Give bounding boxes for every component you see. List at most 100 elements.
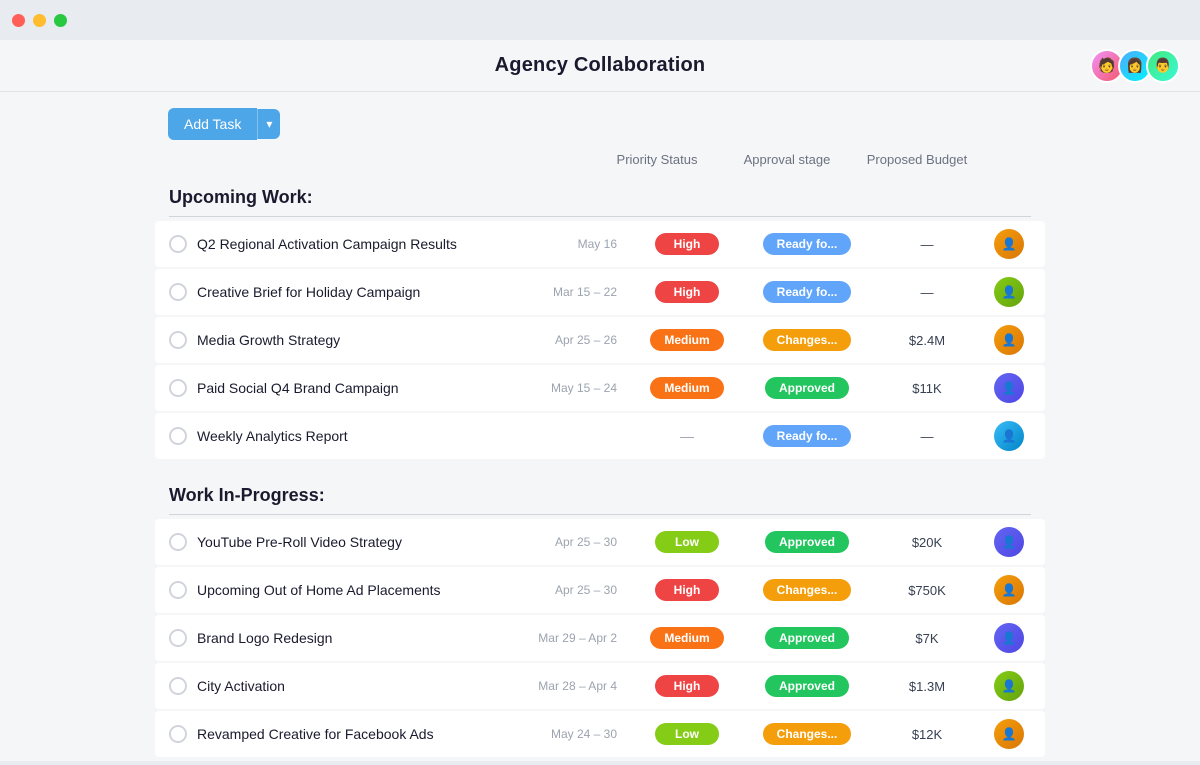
approval-badge[interactable]: Approved	[765, 675, 849, 697]
task-date: Apr 25 – 26	[517, 333, 617, 347]
main-content: Add Task ▾ Priority Status Approval stag…	[0, 92, 1200, 761]
task-approval-cell: Ready fo...	[747, 233, 867, 255]
task-row: YouTube Pre-Roll Video StrategyApr 25 – …	[155, 519, 1045, 565]
task-priority-cell: High	[627, 579, 747, 601]
col-header-approval: Approval stage	[722, 152, 852, 167]
task-approval-cell: Approved	[747, 377, 867, 399]
section-title-in-progress: Work In-Progress:	[155, 473, 1045, 514]
task-checkbox[interactable]	[169, 629, 187, 647]
task-assignee-cell: 👤	[987, 421, 1031, 451]
task-approval-cell: Changes...	[747, 723, 867, 745]
collaborator-avatars: 🧑 👩 👨	[1090, 49, 1180, 83]
task-approval-cell: Approved	[747, 675, 867, 697]
task-assignee-avatar[interactable]: 👤	[994, 671, 1024, 701]
task-assignee-avatar[interactable]: 👤	[994, 229, 1024, 259]
task-sections: Upcoming Work: Q2 Regional Activation Cam…	[0, 175, 1200, 761]
priority-badge[interactable]: High	[655, 579, 719, 601]
priority-badge[interactable]: Medium	[650, 627, 723, 649]
task-priority-cell: High	[627, 233, 747, 255]
priority-badge[interactable]: High	[655, 281, 719, 303]
approval-badge[interactable]: Approved	[765, 531, 849, 553]
task-checkbox[interactable]	[169, 379, 187, 397]
task-date: Mar 28 – Apr 4	[517, 679, 617, 693]
task-approval-cell: Changes...	[747, 329, 867, 351]
task-approval-cell: Ready fo...	[747, 281, 867, 303]
task-date: Mar 29 – Apr 2	[517, 631, 617, 645]
maximize-button[interactable]	[54, 14, 67, 27]
task-budget-cell: $12K	[867, 727, 987, 742]
task-approval-cell: Ready fo...	[747, 425, 867, 447]
task-assignee-avatar[interactable]: 👤	[994, 575, 1024, 605]
section-divider-upcoming	[169, 216, 1031, 217]
task-row: Creative Brief for Holiday CampaignMar 1…	[155, 269, 1045, 315]
task-date: Apr 25 – 30	[517, 535, 617, 549]
task-checkbox[interactable]	[169, 581, 187, 599]
task-assignee-cell: 👤	[987, 719, 1031, 749]
column-headers: Priority Status Approval stage Proposed …	[0, 152, 1200, 175]
approval-badge[interactable]: Ready fo...	[763, 425, 852, 447]
task-row: Weekly Analytics Report—Ready fo...—👤	[155, 413, 1045, 459]
task-row: Paid Social Q4 Brand CampaignMay 15 – 24…	[155, 365, 1045, 411]
task-name: Media Growth Strategy	[197, 332, 517, 348]
task-name: Q2 Regional Activation Campaign Results	[197, 236, 517, 252]
task-name: YouTube Pre-Roll Video Strategy	[197, 534, 517, 550]
priority-badge[interactable]: High	[655, 675, 719, 697]
minimize-button[interactable]	[33, 14, 46, 27]
priority-badge[interactable]: High	[655, 233, 719, 255]
task-date: May 24 – 30	[517, 727, 617, 741]
approval-badge[interactable]: Ready fo...	[763, 281, 852, 303]
task-assignee-cell: 👤	[987, 373, 1031, 403]
task-checkbox[interactable]	[169, 533, 187, 551]
task-date: Mar 15 – 22	[517, 285, 617, 299]
priority-badge[interactable]: Medium	[650, 377, 723, 399]
approval-badge[interactable]: Changes...	[763, 723, 852, 745]
approval-badge[interactable]: Changes...	[763, 329, 852, 351]
task-budget-cell: $750K	[867, 583, 987, 598]
task-checkbox[interactable]	[169, 331, 187, 349]
task-approval-cell: Approved	[747, 531, 867, 553]
titlebar	[0, 0, 1200, 40]
app-header: Agency Collaboration 🧑 👩 👨	[0, 40, 1200, 92]
add-task-button[interactable]: Add Task	[168, 108, 257, 140]
task-checkbox[interactable]	[169, 427, 187, 445]
task-assignee-cell: 👤	[987, 527, 1031, 557]
task-assignee-avatar[interactable]: 👤	[994, 719, 1024, 749]
task-row: Brand Logo RedesignMar 29 – Apr 2 Medium A…	[155, 615, 1045, 661]
task-checkbox[interactable]	[169, 677, 187, 695]
priority-badge[interactable]: Medium	[650, 329, 723, 351]
task-budget-cell: $20K	[867, 535, 987, 550]
task-assignee-avatar[interactable]: 👤	[994, 373, 1024, 403]
col-header-budget: Proposed Budget	[852, 152, 982, 167]
task-checkbox[interactable]	[169, 283, 187, 301]
task-checkbox[interactable]	[169, 235, 187, 253]
task-assignee-avatar[interactable]: 👤	[994, 623, 1024, 653]
task-name: Brand Logo Redesign	[197, 630, 517, 646]
task-row: Revamped Creative for Facebook AdsMay 24…	[155, 711, 1045, 757]
task-approval-cell: Approved	[747, 627, 867, 649]
priority-badge[interactable]: Low	[655, 531, 719, 553]
task-assignee-cell: 👤	[987, 325, 1031, 355]
task-priority-cell: High	[627, 675, 747, 697]
task-assignee-avatar[interactable]: 👤	[994, 527, 1024, 557]
toolbar: Add Task ▾	[0, 92, 1200, 152]
task-assignee-avatar[interactable]: 👤	[994, 421, 1024, 451]
task-assignee-avatar[interactable]: 👤	[994, 277, 1024, 307]
task-name: Paid Social Q4 Brand Campaign	[197, 380, 517, 396]
task-priority-cell: Medium	[627, 329, 747, 351]
approval-badge[interactable]: Changes...	[763, 579, 852, 601]
section-title-upcoming: Upcoming Work:	[155, 175, 1045, 216]
approval-badge[interactable]: Approved	[765, 377, 849, 399]
task-approval-cell: Changes...	[747, 579, 867, 601]
task-assignee-cell: 👤	[987, 575, 1031, 605]
task-row: Media Growth StrategyApr 25 – 26 Medium Ch…	[155, 317, 1045, 363]
close-button[interactable]	[12, 14, 25, 27]
approval-badge[interactable]: Ready fo...	[763, 233, 852, 255]
task-priority-cell: High	[627, 281, 747, 303]
add-task-dropdown-button[interactable]: ▾	[257, 109, 280, 139]
avatar-user3[interactable]: 👨	[1146, 49, 1180, 83]
approval-badge[interactable]: Approved	[765, 627, 849, 649]
task-assignee-avatar[interactable]: 👤	[994, 325, 1024, 355]
priority-badge[interactable]: Low	[655, 723, 719, 745]
task-priority-cell: —	[627, 428, 747, 444]
task-checkbox[interactable]	[169, 725, 187, 743]
